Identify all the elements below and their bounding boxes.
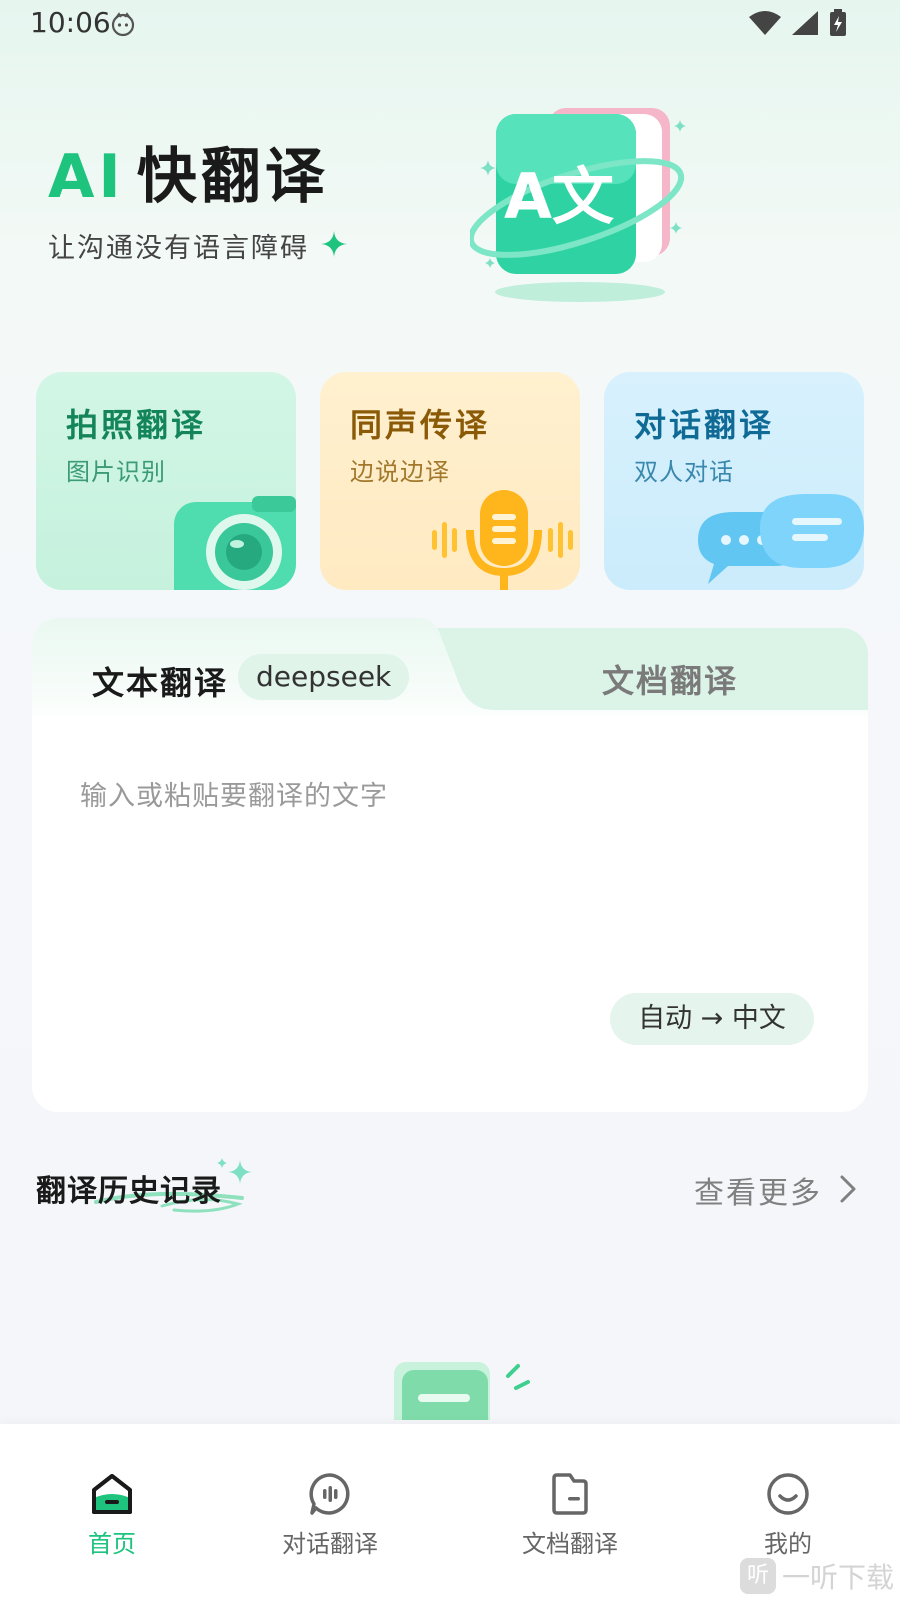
model-badge: deepseek (238, 654, 410, 700)
nav-label: 我的 (764, 1530, 812, 1558)
app-title-main: 快翻译 (136, 142, 329, 212)
card-title: 拍照翻译 (66, 406, 207, 444)
photo-translate-card[interactable]: 拍照翻译 图片识别 (36, 372, 296, 590)
watermark-badge: 听 (740, 1558, 776, 1594)
language-selector[interactable]: 自动 → 中文 (610, 993, 814, 1045)
logo-text: A文 (504, 160, 614, 233)
translate-logo-illustration: A文 (470, 108, 686, 302)
face-icon (111, 12, 135, 37)
profile-icon (767, 1473, 809, 1515)
home-icon (92, 1474, 132, 1514)
dialog-translate-card[interactable]: 对话翻译 双人对话 (604, 372, 864, 590)
sparkle-icon (321, 231, 347, 257)
card-title: 对话翻译 (634, 406, 775, 444)
card-subtitle: 双人对话 (634, 458, 734, 486)
tab-document-translate[interactable]: 文档翻译 (602, 656, 738, 702)
chevron-right-icon[interactable] (838, 1174, 858, 1204)
translate-panel: 输入或粘贴要翻译的文字 自动 → 中文 文本翻译 deepseek 文档翻译 (32, 618, 868, 1112)
app-title: AI 快翻译 (48, 128, 329, 215)
nav-home[interactable]: 首页 (12, 1424, 212, 1600)
card-subtitle: 边说边译 (350, 458, 450, 486)
status-bar: 10:06 (0, 0, 900, 48)
wifi-icon (749, 11, 781, 35)
nav-document-translate[interactable]: 文档翻译 (470, 1424, 670, 1600)
history-title: 翻译历史记录 (36, 1174, 222, 1209)
nav-label: 文档翻译 (522, 1530, 618, 1558)
app-slogan: 让沟通没有语言障碍 (48, 233, 309, 264)
signal-icon (792, 11, 818, 35)
chat-bubbles-icon (698, 494, 864, 584)
status-icons (748, 8, 848, 38)
simultaneous-translate-card[interactable]: 同声传译 边说边译 (320, 372, 580, 590)
card-subtitle: 图片识别 (66, 458, 166, 486)
empty-history-illustration (394, 1362, 530, 1420)
camera-icon (174, 496, 296, 590)
battery-icon (830, 9, 846, 36)
nav-label: 对话翻译 (282, 1530, 378, 1558)
watermark: 听 一听下载 (740, 1556, 894, 1596)
translate-input-placeholder[interactable]: 输入或粘贴要翻译的文字 (80, 774, 388, 813)
view-more-link[interactable]: 查看更多 (694, 1168, 822, 1212)
tab-text-translate[interactable]: 文本翻译 (92, 658, 228, 704)
nav-dialog-translate[interactable]: 对话翻译 (230, 1424, 430, 1600)
dialog-icon (309, 1473, 350, 1515)
nav-label: 首页 (88, 1530, 136, 1558)
microphone-icon (432, 490, 573, 590)
text-input-area[interactable]: 输入或粘贴要翻译的文字 自动 → 中文 (32, 716, 868, 1112)
watermark-text: 一听下载 (782, 1561, 895, 1594)
document-icon (552, 1473, 588, 1515)
status-time: 10:06 (30, 6, 111, 39)
card-title: 同声传译 (350, 406, 491, 444)
app-title-ai: AI (48, 142, 125, 212)
